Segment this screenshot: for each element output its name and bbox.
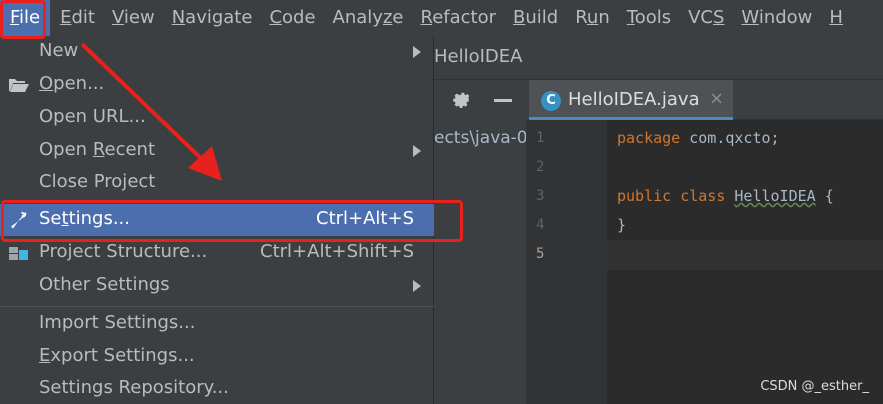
line-number-gutter: 1 2 3 4 5 xyxy=(526,120,607,404)
menu-item-settings[interactable]: Settings... Ctrl+Alt+S xyxy=(0,204,434,236)
submenu-arrow-icon xyxy=(413,145,421,157)
wrench-icon xyxy=(11,211,28,229)
menu-item-new[interactable]: New xyxy=(0,36,434,68)
menu-item-project-structure[interactable]: Project Structure... Ctrl+Alt+Shift+S xyxy=(0,237,434,269)
menu-tools[interactable]: Tools xyxy=(627,0,671,36)
java-class-icon: C xyxy=(541,91,561,111)
line-number: 2 xyxy=(536,159,545,175)
submenu-arrow-icon xyxy=(413,46,421,58)
shortcut-label: Ctrl+Alt+Shift+S xyxy=(260,241,414,262)
project-toolbar xyxy=(434,80,526,120)
brace-open: { xyxy=(815,187,834,205)
code-line-4: } xyxy=(617,216,626,234)
project-path[interactable]: ects\java-0 xyxy=(434,128,526,148)
menu-item-other-settings[interactable]: Other Settings xyxy=(0,270,434,302)
menu-navigate[interactable]: Navigate xyxy=(172,0,253,36)
menu-window[interactable]: Window xyxy=(741,0,812,36)
menu-view[interactable]: View xyxy=(112,0,155,36)
menu-item-close-project[interactable]: Close Project xyxy=(0,167,434,199)
watermark: CSDN @_esther_ xyxy=(760,379,869,394)
keyword: public class xyxy=(617,187,726,205)
code-line-1: package com.qxcto; xyxy=(617,129,780,147)
menu-divider xyxy=(0,306,434,307)
project-panel: ects\java-0 xyxy=(434,120,526,404)
menu-run[interactable]: Run xyxy=(575,0,610,36)
menu-item-open-recent[interactable]: Open Recent xyxy=(0,135,434,167)
class-name: HelloIDEA xyxy=(734,187,816,205)
editor-tab-bar: C HelloIDEA.java × xyxy=(526,80,883,120)
menu-analyze[interactable]: Analyze xyxy=(333,0,404,36)
menu-code[interactable]: Code xyxy=(269,0,315,36)
menu-divider xyxy=(0,201,434,202)
menu-file[interactable]: File xyxy=(0,0,51,36)
tab-label: HelloIDEA.java xyxy=(568,89,700,110)
menu-help[interactable]: H xyxy=(829,0,843,36)
collapse-icon[interactable] xyxy=(494,99,512,102)
package-name: com.qxcto; xyxy=(680,129,780,147)
navigation-bar: HelloIDEA xyxy=(434,36,883,80)
menu-item-settings-repository[interactable]: Settings Repository... xyxy=(0,373,434,404)
editor-tab[interactable]: C HelloIDEA.java × xyxy=(529,80,733,120)
submenu-arrow-icon xyxy=(413,280,421,292)
line-number: 5 xyxy=(536,246,545,262)
gear-icon[interactable] xyxy=(451,89,473,111)
menu-vcs[interactable]: VCS xyxy=(688,0,724,36)
menu-item-export-settings[interactable]: Export Settings... xyxy=(0,341,434,373)
code-line-3: public class HelloIDEA { xyxy=(617,187,834,205)
menu-bar: File Edit View Navigate Code Analyze Ref… xyxy=(0,0,883,36)
folder-open-icon xyxy=(9,79,29,92)
menu-item-open[interactable]: Open... xyxy=(0,69,434,101)
brace-close: } xyxy=(617,216,627,234)
line-number: 3 xyxy=(536,188,545,204)
project-title[interactable]: HelloIDEA xyxy=(434,46,522,67)
menu-edit[interactable]: Edit xyxy=(60,0,95,36)
menu-item-open-url[interactable]: Open URL... xyxy=(0,102,434,134)
caret-row xyxy=(607,240,883,270)
close-icon[interactable]: × xyxy=(709,88,724,109)
file-menu-dropdown: New Open... Open URL... Open Recent Clos… xyxy=(0,36,434,404)
keyword: package xyxy=(617,129,681,147)
shortcut-label: Ctrl+Alt+S xyxy=(316,208,414,229)
menu-refactor[interactable]: Refactor xyxy=(420,0,496,36)
line-number: 4 xyxy=(536,217,545,233)
menu-build[interactable]: Build xyxy=(513,0,558,36)
menu-item-import-settings[interactable]: Import Settings... xyxy=(0,308,434,340)
line-number: 1 xyxy=(536,130,545,146)
project-structure-icon xyxy=(9,247,28,260)
